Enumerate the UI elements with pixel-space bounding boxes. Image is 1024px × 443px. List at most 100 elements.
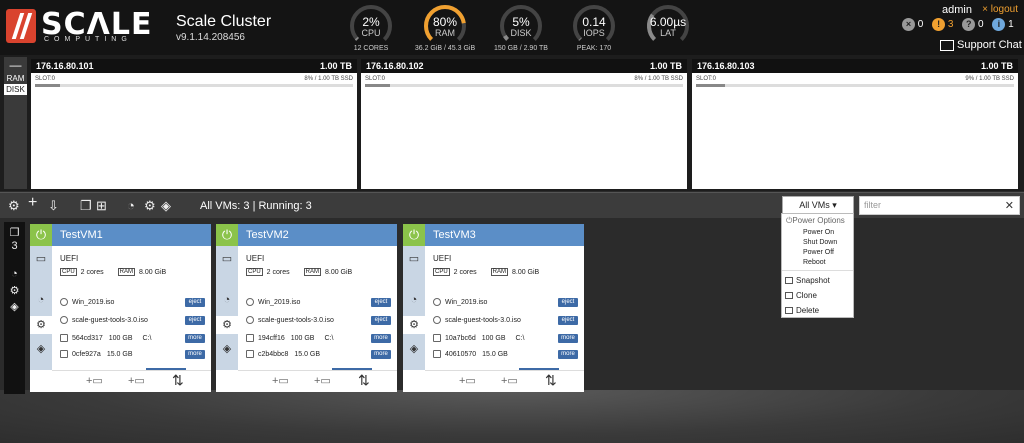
- ram-tab[interactable]: RAM: [4, 73, 27, 84]
- performance-icon[interactable]: ◔: [407, 293, 421, 307]
- cluster-name: Scale Cluster: [176, 13, 272, 30]
- disk-icon: [246, 350, 254, 358]
- add-nic-icon[interactable]: +▭: [314, 374, 331, 387]
- info-alert[interactable]: i 1: [992, 18, 1014, 31]
- vm-resources: CPU 2 cores RAM 8.00 GiB: [246, 268, 352, 276]
- power-on-option[interactable]: Power On: [782, 228, 853, 238]
- console-icon[interactable]: ▭: [220, 252, 234, 266]
- performance-icon[interactable]: ◔: [8, 268, 21, 280]
- logout-link[interactable]: × logout: [982, 4, 1018, 15]
- more-button[interactable]: more: [558, 350, 578, 359]
- gear-icon[interactable]: ⚙: [8, 284, 21, 297]
- move-arrows-icon[interactable]: ⇅: [545, 372, 557, 389]
- gauge-value: 6.00µs: [649, 15, 687, 29]
- vm-filter-select[interactable]: All VMs ▾: [782, 196, 854, 214]
- add-disk-icon[interactable]: +▭: [459, 374, 476, 387]
- layers-icon[interactable]: ◈: [8, 300, 21, 313]
- move-arrows-icon[interactable]: ⇅: [172, 372, 184, 389]
- layers-icon[interactable]: ◈: [220, 342, 234, 356]
- question-alert[interactable]: ? 0: [962, 18, 984, 31]
- gauge-ram[interactable]: 80% RAM 36.2 GiB / 45.3 GiB: [415, 4, 475, 54]
- add-nic-icon[interactable]: +▭: [501, 374, 518, 387]
- error-alert[interactable]: × 0: [902, 18, 923, 31]
- warning-alert[interactable]: ! 3: [932, 18, 953, 31]
- power-icon[interactable]: ⏻: [403, 224, 425, 246]
- reboot-option[interactable]: Reboot: [782, 258, 853, 268]
- gauge-cpu[interactable]: 2% CPU 12 CORES: [343, 4, 399, 54]
- scale-logo: SCΛLE COMPUTING: [6, 7, 151, 43]
- snapshot-icon[interactable]: ⊞: [96, 199, 107, 213]
- ram-icon: RAM: [303, 268, 321, 276]
- vm-memory: 8.00 GiB: [138, 268, 167, 276]
- more-button[interactable]: more: [371, 334, 391, 343]
- import-icon[interactable]: ⇩: [48, 199, 59, 213]
- info-icon: i: [992, 18, 1006, 31]
- add-disk-icon[interactable]: +▭: [86, 374, 103, 387]
- caret-down-icon: ▾: [832, 200, 837, 210]
- clone-icon[interactable]: ❐: [80, 199, 92, 213]
- username[interactable]: admin: [942, 4, 972, 16]
- vm-boot-type: UEFI: [60, 254, 79, 263]
- vm-card[interactable]: ⏻ TestVM2 ▭ ◔ ⚙ ◈ UEFI CPU 2 cores RAM 8.00…: [216, 224, 397, 392]
- vm-card[interactable]: ⏻ TestVM3 ▭ ◔ ⚙ ◈ UEFI CPU 2 cores RAM 8.00…: [403, 224, 584, 392]
- gauge-iops[interactable]: 0.14 IOPS PEAK: 170: [566, 4, 622, 54]
- vm-card[interactable]: ⏻ TestVM1 ▭ ◔ ⚙ ◈ UEFI CPU 2 cores RAM 8.00…: [30, 224, 211, 392]
- eject-button[interactable]: eject: [558, 298, 578, 307]
- more-button[interactable]: more: [185, 334, 205, 343]
- gear-icon[interactable]: ⚙: [403, 316, 425, 334]
- vm-name[interactable]: TestVM2: [246, 229, 289, 241]
- node-card[interactable]: 176.16.80.103 1.00 TB SLOT:0 9% / 1.00 TB …: [692, 59, 1018, 189]
- more-button[interactable]: more: [185, 350, 205, 359]
- iso-name: scale-guest-tools-3.0.iso: [72, 316, 148, 324]
- vm-footer: +▭ +▭ ⇅: [238, 370, 397, 392]
- shut-down-option[interactable]: Shut Down: [782, 238, 853, 248]
- layers-icon[interactable]: ◈: [34, 342, 48, 356]
- snapshot-option[interactable]: Snapshot: [782, 273, 853, 288]
- more-button[interactable]: more: [558, 334, 578, 343]
- disk-row: 564cd317 100 GB C:\: [60, 334, 151, 342]
- vm-cores: 2 cores: [80, 268, 104, 276]
- cdrom-row: Win_2019.iso: [60, 298, 114, 306]
- add-disk-icon[interactable]: +▭: [272, 374, 289, 387]
- gear-icon[interactable]: ⚙: [144, 199, 156, 213]
- support-chat-button[interactable]: Support Chat: [940, 39, 1022, 51]
- power-icon[interactable]: ⏻: [216, 224, 238, 246]
- eject-button[interactable]: eject: [371, 298, 391, 307]
- more-button[interactable]: more: [371, 350, 391, 359]
- power-icon[interactable]: ⏻: [30, 224, 52, 246]
- console-icon[interactable]: ▭: [407, 252, 421, 266]
- delete-option[interactable]: Delete: [782, 303, 853, 318]
- move-arrows-icon[interactable]: ⇅: [358, 372, 370, 389]
- clear-filter-icon[interactable]: ✕: [1005, 199, 1014, 212]
- settings-icon[interactable]: ⚙: [8, 199, 20, 213]
- node-card[interactable]: 176.16.80.101 1.00 TB SLOT:0 8% / 1.00 TB …: [31, 59, 357, 189]
- performance-icon[interactable]: ◔: [34, 293, 48, 307]
- minimize-button[interactable]: —: [4, 57, 27, 73]
- slot-label: SLOT:0: [35, 76, 56, 82]
- eject-button[interactable]: eject: [371, 316, 391, 325]
- add-vm-icon[interactable]: +: [28, 195, 37, 211]
- eject-button[interactable]: eject: [185, 316, 205, 325]
- console-icon[interactable]: ▭: [34, 252, 48, 266]
- vm-name[interactable]: TestVM3: [433, 229, 476, 241]
- gear-icon[interactable]: ⚙: [30, 316, 52, 334]
- power-off-option[interactable]: Power Off: [782, 248, 853, 258]
- eject-button[interactable]: eject: [558, 316, 578, 325]
- gear-icon[interactable]: ⚙: [216, 316, 238, 334]
- gauge-value: 2%: [362, 15, 380, 29]
- cdrom-icon: [60, 316, 68, 324]
- performance-icon[interactable]: ◔: [127, 199, 135, 213]
- eject-button[interactable]: eject: [185, 298, 205, 307]
- filter-input[interactable]: filter ✕: [859, 196, 1020, 215]
- layers-icon[interactable]: ◈: [161, 199, 171, 213]
- node-card[interactable]: 176.16.80.102 1.00 TB SLOT:0 8% / 1.00 TB …: [361, 59, 687, 189]
- clone-option[interactable]: Clone: [782, 288, 853, 303]
- layers-icon[interactable]: ◈: [407, 342, 421, 356]
- vm-name[interactable]: TestVM1: [60, 229, 103, 241]
- gauge-lat[interactable]: 6.00µs LAT: [640, 4, 696, 54]
- add-nic-icon[interactable]: +▭: [128, 374, 145, 387]
- disk-tab[interactable]: DISK: [4, 84, 27, 95]
- node-panel: — RAM DISK 176.16.80.101 1.00 TB SLOT:0 8%…: [0, 55, 1024, 191]
- cpu-icon: CPU: [246, 268, 263, 276]
- performance-icon[interactable]: ◔: [220, 293, 234, 307]
